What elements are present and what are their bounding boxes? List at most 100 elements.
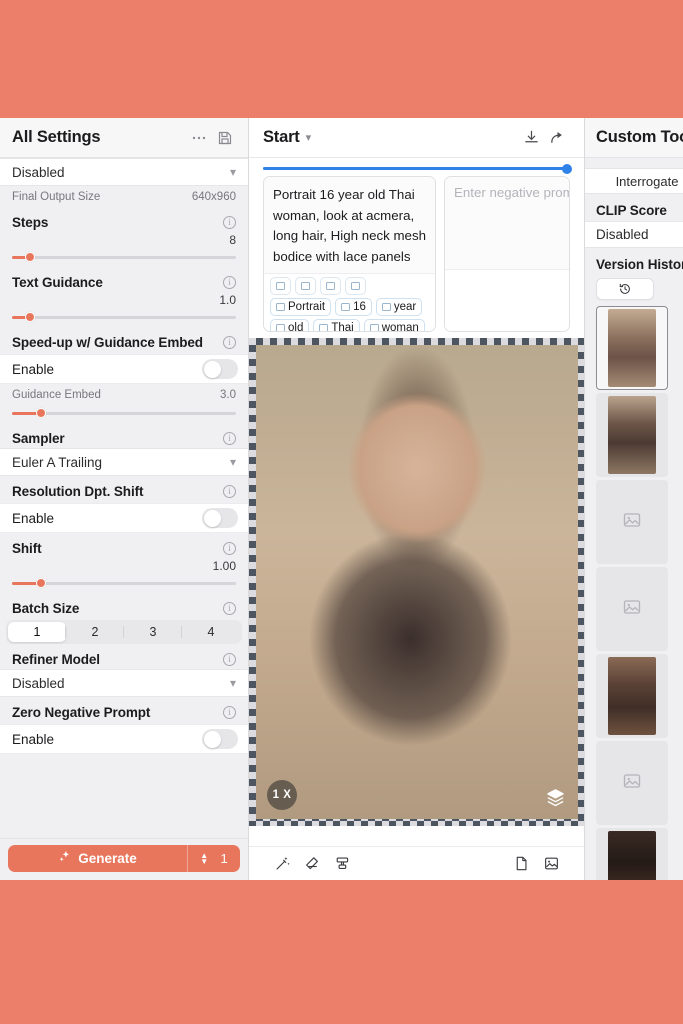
- batch-size-option-4[interactable]: 4: [182, 622, 240, 642]
- download-icon[interactable]: [518, 126, 544, 150]
- chip-token-icon: [341, 303, 351, 311]
- prompt-chip[interactable]: Portrait: [270, 298, 332, 316]
- version-thumbnail[interactable]: [596, 654, 668, 738]
- negative-prompt-input[interactable]: Enter negative prompt: [444, 176, 570, 332]
- eraser-icon[interactable]: [297, 853, 327, 875]
- zero-negative-prompt-enable-row[interactable]: Enable: [0, 724, 248, 754]
- sampler-select[interactable]: Euler A Trailing ▾: [0, 448, 248, 476]
- save-icon[interactable]: [214, 127, 236, 149]
- generate-button[interactable]: Generate ▲ ▼ 1: [8, 845, 240, 872]
- steps-section-title: Steps i: [0, 207, 248, 232]
- prompt-chip-label: year: [393, 301, 417, 313]
- info-icon[interactable]: i: [223, 706, 236, 719]
- share-icon[interactable]: [544, 126, 570, 150]
- generate-count-stepper[interactable]: ▲ ▼ 1: [188, 851, 240, 866]
- layers-icon[interactable]: [542, 784, 568, 810]
- info-icon[interactable]: i: [223, 432, 236, 445]
- prompt-chip-label: Thai: [331, 322, 354, 331]
- version-thumbnail[interactable]: [596, 306, 668, 390]
- text-guidance-slider[interactable]: [12, 309, 236, 325]
- image-icon[interactable]: [536, 853, 566, 875]
- thumbnail-image-content: [608, 396, 656, 474]
- speedup-enable-row[interactable]: Enable: [0, 354, 248, 384]
- prompt-chip[interactable]: year: [375, 298, 423, 316]
- info-icon[interactable]: i: [223, 653, 236, 666]
- shift-label: Shift: [12, 541, 42, 556]
- shift-slider[interactable]: [12, 575, 236, 591]
- speedup-label: Speed-up w/ Guidance Embed: [12, 335, 203, 350]
- prompt-chip-label: woman: [381, 322, 419, 331]
- guidance-embed-slider[interactable]: [12, 405, 236, 421]
- info-icon[interactable]: i: [223, 216, 236, 229]
- generate-button-main[interactable]: Generate: [8, 850, 187, 867]
- prompt-chip[interactable]: woman: [363, 319, 425, 331]
- guidance-embed-value: 3.0: [220, 389, 236, 401]
- version-thumbnail-placeholder[interactable]: [596, 567, 668, 651]
- refiner-model-select[interactable]: Disabled ▾: [0, 669, 248, 697]
- info-icon[interactable]: i: [223, 485, 236, 498]
- history-icon[interactable]: [596, 278, 654, 300]
- prompt-chip[interactable]: Thai: [313, 319, 360, 331]
- slider-thumb[interactable]: [36, 578, 47, 588]
- thumbnail-image: [608, 309, 656, 387]
- clip-score-select[interactable]: Disabled: [585, 221, 683, 248]
- stepper-arrows-icon[interactable]: ▲ ▼: [200, 851, 208, 865]
- version-thumbnail-placeholder[interactable]: [596, 480, 668, 564]
- negative-prompt-body[interactable]: [445, 269, 569, 331]
- model-select[interactable]: Disabled ▾: [0, 158, 248, 186]
- prompt-chip[interactable]: [320, 277, 341, 295]
- speedup-toggle-label: Enable: [12, 361, 55, 377]
- speedup-toggle[interactable]: [202, 359, 238, 379]
- clip-score-label: CLIP Score: [596, 203, 667, 218]
- generated-image[interactable]: [256, 345, 578, 819]
- batch-size-segmented-control[interactable]: 1234: [6, 620, 242, 644]
- ellipsis-icon[interactable]: [188, 127, 210, 149]
- model-select-value: Disabled: [12, 164, 65, 180]
- interrogate-button[interactable]: Interrogate: [585, 168, 683, 194]
- zero-negative-prompt-toggle[interactable]: [202, 729, 238, 749]
- info-icon[interactable]: i: [223, 602, 236, 615]
- steps-slider[interactable]: [12, 249, 236, 265]
- canvas-area[interactable]: 1 X: [249, 338, 584, 846]
- resolution-shift-enable-row[interactable]: Enable: [0, 503, 248, 533]
- chip-token-icon: [276, 303, 285, 311]
- prompt-chip[interactable]: [295, 277, 316, 295]
- toggle-knob: [204, 509, 221, 527]
- magic-wand-icon[interactable]: [267, 853, 297, 875]
- prompt-input[interactable]: Portrait 16 year old Thai woman, look at…: [263, 176, 436, 332]
- zoom-level-badge[interactable]: 1 X: [267, 780, 297, 810]
- resolution-shift-label: Resolution Dpt. Shift: [12, 484, 144, 499]
- version-history-thumbnails[interactable]: [585, 300, 683, 880]
- image-placeholder-icon: [622, 510, 642, 535]
- prompt-chip[interactable]: 16: [335, 298, 372, 316]
- document-icon[interactable]: [506, 853, 536, 875]
- version-thumbnail-placeholder[interactable]: [596, 741, 668, 825]
- info-icon[interactable]: i: [223, 276, 236, 289]
- version-thumbnail[interactable]: [596, 828, 668, 880]
- slider-thumb[interactable]: [24, 312, 35, 322]
- chevron-down-icon[interactable]: ▾: [306, 131, 312, 144]
- progress-thumb[interactable]: [562, 163, 572, 174]
- stamp-icon[interactable]: [327, 853, 357, 875]
- toggle-knob: [204, 730, 221, 748]
- info-icon[interactable]: i: [223, 336, 236, 349]
- resolution-shift-toggle[interactable]: [202, 508, 238, 528]
- slider-thumb[interactable]: [24, 252, 35, 262]
- slider-thumb[interactable]: [36, 408, 47, 418]
- generate-count-value: 1: [220, 851, 228, 866]
- steps-label: Steps: [12, 215, 49, 230]
- guidance-embed-row: Guidance Embed 3.0: [0, 384, 248, 405]
- batch-size-option-1[interactable]: 1: [8, 622, 66, 642]
- prompt-chip[interactable]: [345, 277, 366, 295]
- prompt-chip[interactable]: [270, 277, 291, 295]
- generation-progress[interactable]: [249, 158, 584, 176]
- prompt-chip[interactable]: old: [270, 319, 310, 331]
- batch-size-option-3[interactable]: 3: [124, 622, 182, 642]
- chevron-down-icon: ▾: [229, 455, 236, 469]
- batch-size-option-2[interactable]: 2: [66, 622, 124, 642]
- prompt-text[interactable]: Portrait 16 year old Thai woman, look at…: [264, 177, 435, 273]
- info-icon[interactable]: i: [223, 542, 236, 555]
- progress-track: [263, 163, 572, 174]
- version-thumbnail[interactable]: [596, 393, 668, 477]
- text-guidance-value: 1.0: [219, 293, 236, 307]
